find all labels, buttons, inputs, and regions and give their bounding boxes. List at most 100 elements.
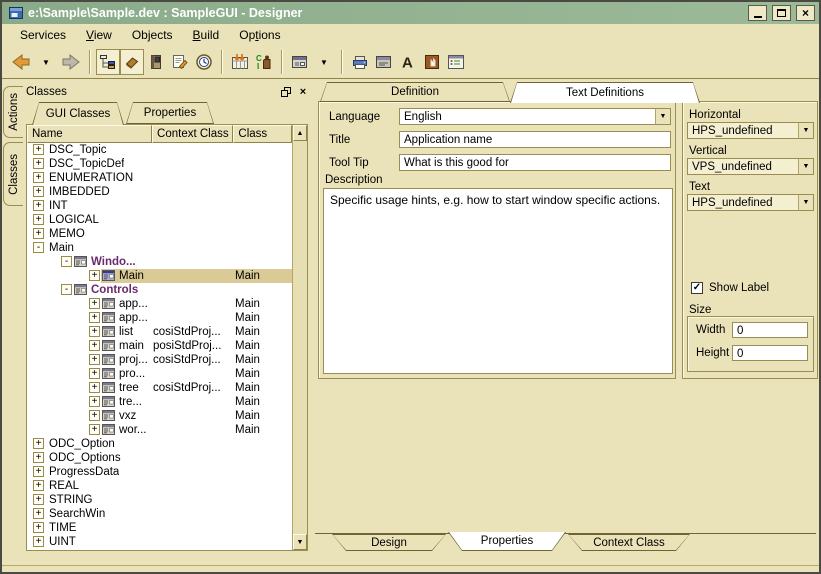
expand-icon[interactable]: + (89, 326, 100, 337)
form-hand-button[interactable] (420, 49, 444, 75)
horizontal-select[interactable]: HPS_undefined ▼ (687, 122, 814, 139)
maximize-button[interactable] (772, 5, 791, 21)
tree-row-list[interactable]: +listcosiStdProj...Main (27, 325, 292, 339)
expand-icon[interactable]: + (89, 424, 100, 435)
column-header-class[interactable]: Class (233, 125, 292, 143)
bottom-tab-context-class[interactable]: Context Class (568, 534, 690, 551)
font-button[interactable]: A (396, 49, 420, 75)
expand-icon[interactable]: + (33, 438, 44, 449)
vertical-select[interactable]: VPS_undefined ▼ (687, 158, 814, 175)
width-input[interactable]: 0 (732, 322, 808, 338)
close-panel-icon[interactable]: × (296, 85, 310, 98)
expand-icon[interactable]: + (33, 214, 44, 225)
printer-button[interactable] (348, 49, 372, 75)
form-list-button[interactable] (444, 49, 468, 75)
tab-properties-left[interactable]: Properties (126, 102, 214, 124)
tree-row-odc-options[interactable]: +ODC_Options (27, 451, 292, 465)
expand-icon[interactable]: + (89, 312, 100, 323)
column-header-name[interactable]: Name (27, 125, 152, 143)
tree-row-imbedded[interactable]: +IMBEDDED (27, 185, 292, 199)
table-import-button[interactable] (228, 49, 252, 75)
expand-icon[interactable]: + (33, 466, 44, 477)
book-button[interactable] (144, 49, 168, 75)
tab-text-definitions[interactable]: Text Definitions (510, 82, 700, 103)
tree-row-main[interactable]: -Main (27, 241, 292, 255)
horizontal-dropdown-icon[interactable]: ▼ (798, 123, 813, 138)
class-interface-button[interactable]: CI (252, 49, 276, 75)
expand-icon[interactable]: + (33, 158, 44, 169)
expand-icon[interactable]: + (89, 396, 100, 407)
close-button[interactable]: × (796, 5, 815, 21)
title-input[interactable]: Application name (399, 131, 671, 148)
tree-row-searchwin[interactable]: +SearchWin (27, 507, 292, 521)
sidebar-tab-actions[interactable]: Actions (3, 86, 23, 138)
menu-services[interactable]: Services (10, 26, 76, 44)
minimize-button[interactable] (748, 5, 767, 21)
tree-row-dsc-topicdef[interactable]: +DSC_TopicDef (27, 157, 292, 171)
tab-gui-classes[interactable]: GUI Classes (32, 102, 124, 125)
description-textarea[interactable]: Specific usage hints, e.g. how to start … (323, 188, 673, 374)
height-input[interactable]: 0 (732, 345, 808, 361)
clock-button[interactable] (192, 49, 216, 75)
tree-row-tre-[interactable]: +tre...Main (27, 395, 292, 409)
expand-icon[interactable]: + (33, 452, 44, 463)
expand-icon[interactable]: + (89, 382, 100, 393)
expand-icon[interactable]: + (33, 536, 44, 547)
dropdown-arrow-button[interactable]: ▼ (312, 49, 336, 75)
show-label-checkbox[interactable]: ✓ (691, 282, 703, 294)
text-dropdown-icon[interactable]: ▼ (798, 195, 813, 210)
menu-build[interactable]: Build (183, 26, 230, 44)
expand-icon[interactable]: + (33, 522, 44, 533)
column-header-context-class[interactable]: Context Class (152, 125, 233, 143)
tree-row-real[interactable]: +REAL (27, 479, 292, 493)
expand-icon[interactable]: + (89, 410, 100, 421)
tree-row-pro-[interactable]: +pro...Main (27, 367, 292, 381)
form-window-button[interactable] (288, 49, 312, 75)
menu-options[interactable]: Options (229, 26, 290, 44)
bottom-tab-properties[interactable]: Properties (448, 532, 566, 551)
tree-row-int[interactable]: +INT (27, 199, 292, 213)
tree-row-dsc-topic[interactable]: +DSC_Topic (27, 143, 292, 157)
expand-icon[interactable]: + (33, 480, 44, 491)
expand-icon[interactable]: + (33, 144, 44, 155)
tree-row-string[interactable]: +STRING (27, 493, 292, 507)
expand-icon[interactable]: + (33, 228, 44, 239)
edit-note-button[interactable] (168, 49, 192, 75)
expand-icon[interactable]: + (89, 298, 100, 309)
tree-row-progressdata[interactable]: +ProgressData (27, 465, 292, 479)
expand-icon[interactable]: + (89, 270, 100, 281)
tree-row-odc-option[interactable]: +ODC_Option (27, 437, 292, 451)
expand-icon[interactable]: + (33, 200, 44, 211)
bottom-tab-design[interactable]: Design (332, 534, 446, 551)
tree-row-app-[interactable]: +app...Main (27, 297, 292, 311)
language-dropdown-icon[interactable]: ▼ (655, 109, 670, 124)
expand-icon[interactable]: + (33, 508, 44, 519)
tree-row-uint[interactable]: +UINT (27, 535, 292, 549)
expand-icon[interactable]: + (89, 354, 100, 365)
expand-icon[interactable]: + (33, 172, 44, 183)
language-select[interactable]: English ▼ (399, 108, 671, 125)
tree-row-controls[interactable]: -Controls (27, 283, 292, 297)
tree-row-windo-[interactable]: -Windo... (27, 255, 292, 269)
float-panel-icon[interactable] (279, 85, 293, 98)
scroll-down-button[interactable]: ▼ (293, 534, 307, 550)
tooltip-input[interactable]: What is this good for (399, 154, 671, 171)
back-arrow-button[interactable] (8, 49, 34, 75)
tree-row-proj-[interactable]: +proj...cosiStdProj...Main (27, 353, 292, 367)
tree-row-memo[interactable]: +MEMO (27, 227, 292, 241)
collapse-icon[interactable]: - (61, 284, 72, 295)
vertical-dropdown-icon[interactable]: ▼ (798, 159, 813, 174)
form-properties-button[interactable] (372, 49, 396, 75)
sidebar-tab-classes[interactable]: Classes (3, 142, 23, 206)
history-dropdown-button[interactable]: ▼ (34, 49, 58, 75)
hierarchy-button[interactable] (96, 49, 120, 75)
collapse-icon[interactable]: - (33, 242, 44, 253)
expand-icon[interactable]: + (89, 340, 100, 351)
tree-row-main[interactable]: +mainposiStdProj...Main (27, 339, 292, 353)
tree-row-vxz[interactable]: +vxzMain (27, 409, 292, 423)
tree-row-tree[interactable]: +treecosiStdProj...Main (27, 381, 292, 395)
tree-scrollbar[interactable]: ▲ ▼ (292, 125, 307, 550)
tab-definition[interactable]: Definition (320, 82, 510, 102)
collapse-icon[interactable]: - (61, 256, 72, 267)
tree-row-wor-[interactable]: +wor...Main (27, 423, 292, 437)
